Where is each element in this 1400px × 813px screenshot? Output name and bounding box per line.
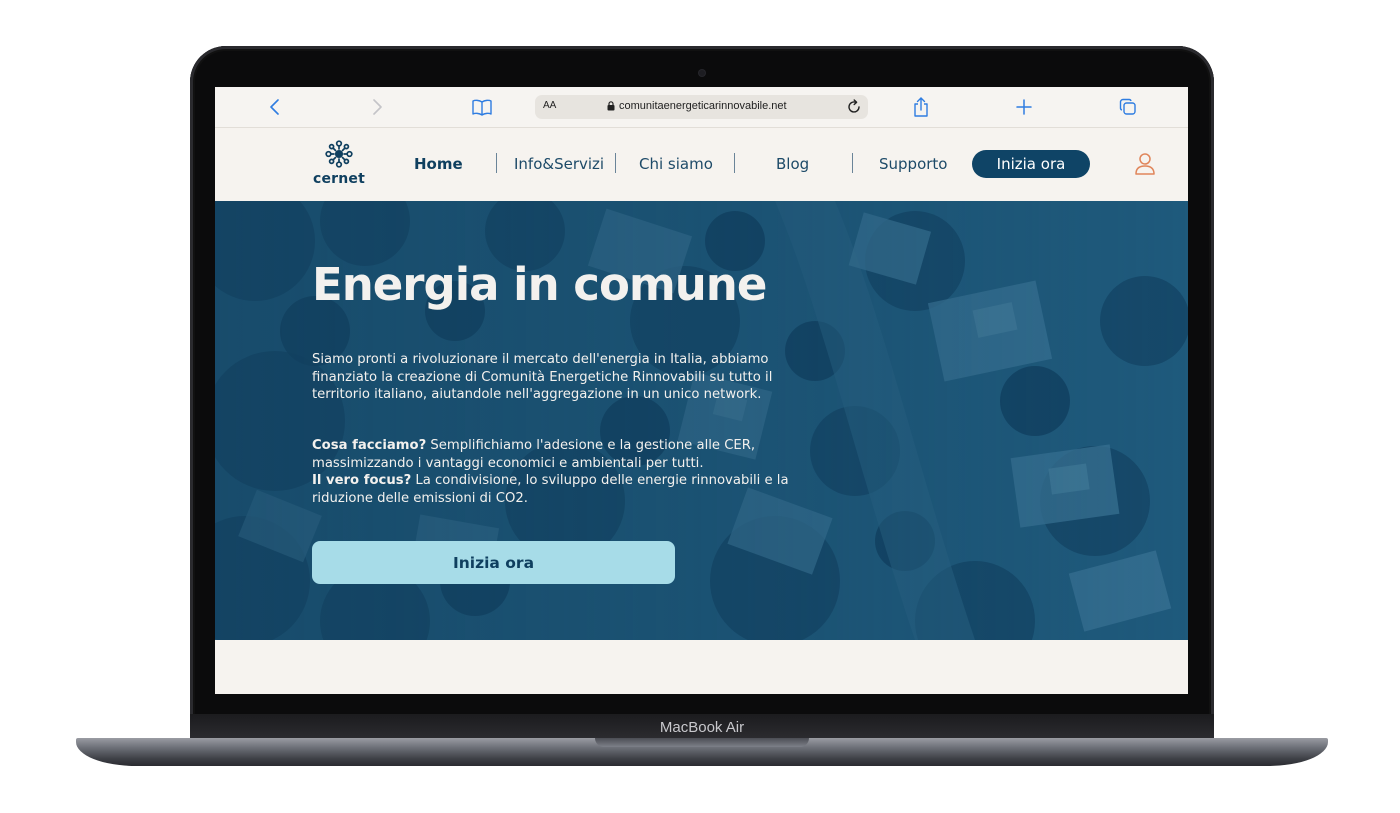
hero-question-what: Cosa facciamo? — [312, 438, 427, 453]
below-fold-section — [215, 640, 1188, 694]
camera-icon — [699, 70, 705, 76]
site-navbar: cernet Home Info&Servizi Chi siamo Blog … — [215, 128, 1188, 201]
reader-size-button[interactable]: AA — [543, 100, 556, 111]
forward-icon[interactable] — [365, 95, 389, 119]
bookmarks-icon[interactable] — [470, 95, 494, 119]
nav-item-home[interactable]: Home — [414, 155, 463, 173]
nav-item-info-servizi[interactable]: Info&Servizi — [514, 155, 604, 173]
nav-item-supporto[interactable]: Supporto — [879, 155, 947, 173]
nav-item-chi-siamo[interactable]: Chi siamo — [639, 155, 713, 173]
nav-divider — [734, 153, 735, 173]
laptop-chin: MacBook Air — [190, 714, 1214, 741]
back-icon[interactable] — [263, 95, 287, 119]
user-account-icon[interactable] — [1134, 152, 1156, 181]
laptop-base — [76, 738, 1328, 766]
nav-divider — [615, 153, 616, 173]
hero-intro: Siamo pronti a rivoluzionare il mercato … — [312, 352, 773, 402]
nav-item-blog[interactable]: Blog — [776, 155, 809, 173]
laptop-mockup: MacBook Air AA comunitaenergeticarinnova… — [0, 0, 1400, 813]
nav-start-button[interactable]: Inizia ora — [972, 150, 1090, 178]
nav-divider — [496, 153, 497, 173]
address-bar[interactable]: AA comunitaenergeticarinnovabile.net — [535, 95, 868, 119]
nav-divider — [852, 153, 853, 173]
new-tab-icon[interactable] — [1012, 95, 1036, 119]
url-text: comunitaenergeticarinnovabile.net — [619, 100, 787, 112]
tabs-icon[interactable] — [1116, 95, 1140, 119]
hero-question-focus: Il vero focus? — [312, 473, 412, 488]
browser-toolbar: AA comunitaenergeticarinnovabile.net — [215, 87, 1188, 128]
device-label: MacBook Air — [659, 719, 745, 736]
logo-text: cernet — [312, 171, 366, 187]
share-icon[interactable] — [909, 95, 933, 119]
browser-screen: AA comunitaenergeticarinnovabile.net cer… — [215, 87, 1188, 694]
laptop-notch — [595, 738, 809, 747]
cernet-logo[interactable]: cernet — [311, 138, 367, 194]
lock-icon — [607, 101, 615, 111]
address-url[interactable]: comunitaenergeticarinnovabile.net — [607, 100, 787, 112]
hero-title: Energia in comune — [312, 258, 767, 311]
hero-details: Cosa facciamo? Semplifichiamo l'adesione… — [312, 437, 822, 507]
hero-section: Energia in comune Siamo pronti a rivoluz… — [215, 201, 1188, 640]
reload-icon[interactable] — [846, 99, 862, 120]
hero-start-button[interactable]: Inizia ora — [312, 541, 675, 584]
cernet-logo-icon — [325, 140, 353, 168]
